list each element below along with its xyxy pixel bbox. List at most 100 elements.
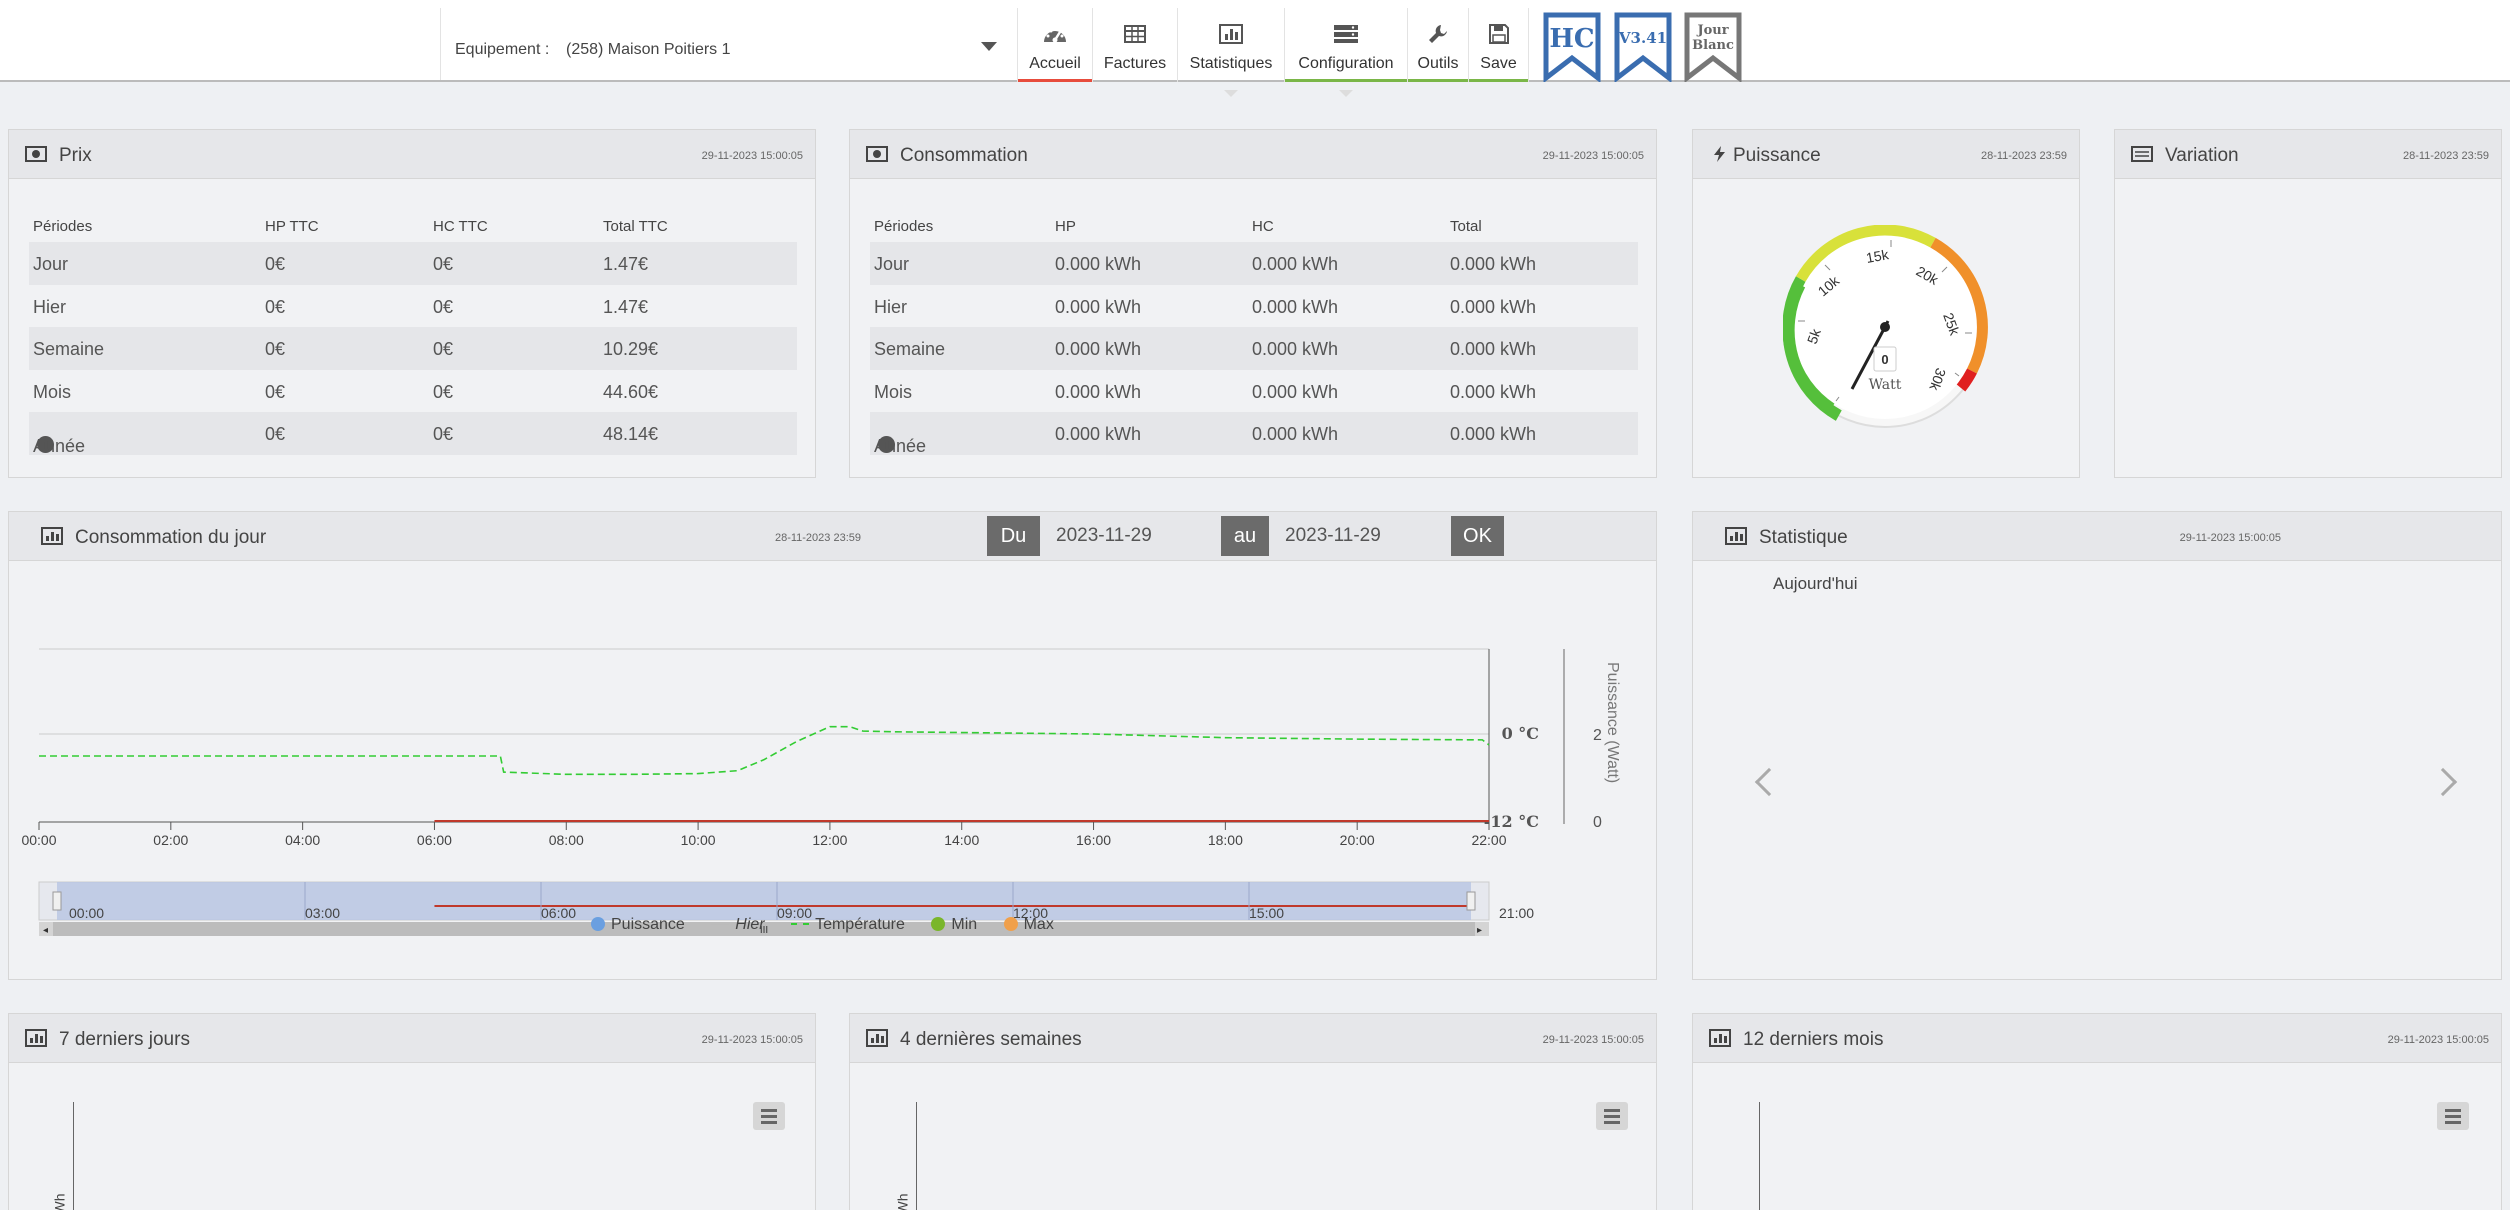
legend-label: Hier xyxy=(735,916,765,933)
variation-header: Variation 28-11-2023 23:59 xyxy=(2115,130,2501,179)
nav-statistiques[interactable]: Statistiques xyxy=(1177,8,1284,97)
x-tick-label: 16:00 xyxy=(1076,832,1111,848)
x-tick-label: 00:00 xyxy=(21,832,56,848)
x-tick-label: 18:00 xyxy=(1208,832,1243,848)
table-row: Hier 0.000 kWh 0.000 kWh 0.000 kWh xyxy=(870,285,1638,328)
gauge-value: 0 xyxy=(1881,352,1888,367)
legend-item-puissance[interactable]: Puissance xyxy=(591,916,685,933)
nav-outils[interactable]: Outils xyxy=(1407,8,1468,82)
legend-marker xyxy=(791,923,810,925)
tempo-badge-line1: Jour xyxy=(1696,23,1728,38)
hc-badge: HC xyxy=(1543,12,1601,82)
cell: 0.000 kWh xyxy=(1252,424,1339,444)
col-header: Périodes xyxy=(874,218,934,235)
cell: 10.29€ xyxy=(603,339,659,359)
x-tick-label: 06:00 xyxy=(417,832,452,848)
col-header: HC TTC xyxy=(433,218,488,235)
col-header: Périodes xyxy=(33,218,93,235)
legend-label: Min xyxy=(951,916,978,933)
nav-factures[interactable]: Factures xyxy=(1092,8,1177,82)
cell: 0€ xyxy=(433,339,454,359)
chart-menu-button[interactable] xyxy=(2437,1102,2469,1130)
info-icon[interactable]: i xyxy=(878,436,895,454)
bar-chart-icon xyxy=(25,1029,47,1047)
legend-item-temperature[interactable]: Température xyxy=(791,916,905,933)
col-header: HP xyxy=(1055,218,1076,235)
y-axis-line xyxy=(1759,1102,1760,1210)
equipment-selector[interactable]: Equipement : (258) Maison Poitiers 1 xyxy=(440,8,1015,80)
navigator-tick-label: 00:00 xyxy=(69,905,104,921)
du-label: Du xyxy=(987,516,1040,556)
x-tick-label: 08:00 xyxy=(549,832,584,848)
nav-outils-label: Outils xyxy=(1417,55,1459,72)
power-axis-title: Puissance (Watt) xyxy=(1604,662,1621,783)
statistique-subtitle: Aujourd'hui xyxy=(1773,574,1858,593)
nav-configuration[interactable]: Configuration xyxy=(1284,8,1407,97)
au-date-input[interactable]: 2023-11-29 xyxy=(1285,516,1381,556)
chart-menu-button[interactable] xyxy=(753,1102,785,1130)
statistique-title: Statistique xyxy=(1759,527,1848,548)
du-date-input[interactable]: 2023-11-29 xyxy=(1056,516,1152,556)
money-icon xyxy=(25,146,47,162)
col-header: HP TTC xyxy=(265,218,319,235)
legend-item-hier[interactable]: Hier xyxy=(711,916,765,933)
power-axis-label: 2 xyxy=(1593,727,1602,744)
chevron-left-icon[interactable] xyxy=(1754,767,1784,797)
table-row: Hier 0€ 0€ 1.47€ xyxy=(29,285,797,328)
nav-save-label: Save xyxy=(1480,55,1517,72)
puissance-date: 28-11-2023 23:59 xyxy=(1980,150,2067,162)
consommation-table: Périodes HP HC Total Jour 0.000 kWh 0.000 … xyxy=(870,210,1638,456)
legend-marker xyxy=(711,924,730,925)
cell: Mois xyxy=(33,381,72,402)
cell: 0€ xyxy=(433,424,454,444)
gauge-unit: Watt xyxy=(1869,377,1902,393)
panel-7-days: 7 derniers jours 29-11-2023 15:00:05 Wh xyxy=(8,1013,816,1210)
variation-panel: Variation 28-11-2023 23:59 xyxy=(2114,129,2502,478)
cell: 0.000 kWh xyxy=(1252,254,1339,274)
chevron-down-icon[interactable] xyxy=(981,42,997,51)
bar-chart-icon xyxy=(1709,1029,1731,1047)
panel-7-days-header: 7 derniers jours 29-11-2023 15:00:05 xyxy=(9,1014,815,1063)
cell: Mois xyxy=(874,381,913,402)
nav-outils-underline xyxy=(1408,79,1468,82)
prix-table: Périodes HP TTC HC TTC Total TTC Jour 0€ 0… xyxy=(29,210,797,456)
equipment-value[interactable]: (258) Maison Poitiers 1 xyxy=(566,41,731,59)
table-row: Semaine 0.000 kWh 0.000 kWh 0.000 kWh xyxy=(870,327,1638,370)
cell: 0€ xyxy=(265,254,286,274)
temp-axis-label: 0 °C xyxy=(1502,724,1539,743)
chart-menu-button[interactable] xyxy=(1596,1102,1628,1130)
cell: 0.000 kWh xyxy=(1450,296,1537,317)
consommation-panel: Consommation 29-11-2023 15:00:05 Période… xyxy=(849,129,1657,478)
list-icon xyxy=(2131,146,2153,162)
nav-save[interactable]: Save xyxy=(1468,8,1529,82)
info-icon[interactable]: i xyxy=(37,436,54,454)
au-label: au xyxy=(1221,516,1269,556)
panel-7-days-title: 7 derniers jours xyxy=(59,1029,190,1050)
bar-chart-icon xyxy=(866,1029,888,1047)
navigator-tick-label: 15:00 xyxy=(1249,905,1284,921)
legend-item-min[interactable]: Min xyxy=(931,916,977,933)
cell: 0€ xyxy=(265,381,286,402)
legend-marker xyxy=(931,917,946,931)
navigator-tick-label: 06:00 xyxy=(541,905,576,921)
legend-item-max[interactable]: Max xyxy=(1003,916,1054,933)
legend-marker xyxy=(591,917,605,931)
cell: 44.60€ xyxy=(603,381,659,402)
y-axis-label: Wh xyxy=(894,1193,911,1210)
conso-jour-chart[interactable]: 00:00 02:00 04:00 06:00 08:00 10:00 12:00 14:00… xyxy=(9,562,1658,942)
cell: 1.47€ xyxy=(603,254,649,274)
chevron-right-icon[interactable] xyxy=(2428,767,2458,797)
conso-jour-date: 28-11-2023 23:59 xyxy=(774,532,861,544)
x-tick-label: 14:00 xyxy=(944,832,979,848)
submenu-caret-icon xyxy=(1339,90,1353,97)
ok-button[interactable]: OK xyxy=(1451,516,1504,556)
cell: 0.000 kWh xyxy=(1252,296,1339,317)
cell: 0€ xyxy=(433,254,454,274)
nav-accueil[interactable]: Accueil xyxy=(1017,8,1092,82)
consommation-header: Consommation 29-11-2023 15:00:05 xyxy=(850,130,1656,179)
bar-chart-icon xyxy=(1178,20,1284,48)
bar-chart-icon xyxy=(41,527,63,545)
panel-12-months-title: 12 derniers mois xyxy=(1743,1029,1884,1050)
conso-jour-panel: Consommation du jour 28-11-2023 23:59 Du… xyxy=(8,511,1657,980)
power-gauge: 5k 10k 15k 20k 25k 30k 0 Watt xyxy=(1783,225,1988,428)
